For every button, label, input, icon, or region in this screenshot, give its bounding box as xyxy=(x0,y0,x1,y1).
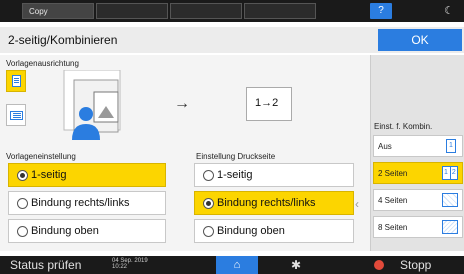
stop-button[interactable]: Stopp xyxy=(400,256,431,274)
orientation-portrait-button[interactable] xyxy=(6,70,26,92)
original-option-1-seitig[interactable]: 1-seitig xyxy=(8,163,166,187)
original-illustration xyxy=(63,70,121,140)
single-page-icon: 1 xyxy=(446,139,456,153)
combine-label: Einst. f. Kombin. xyxy=(374,122,433,131)
print-option-bindung-oben[interactable]: Bindung oben xyxy=(194,219,354,243)
option-label: 1-seitig xyxy=(31,169,67,181)
combine-panel: Einst. f. Kombin. Aus 1 2 Seiten 1 2 4 S… xyxy=(370,55,464,251)
option-label: Bindung oben xyxy=(31,225,99,237)
settings-button[interactable]: ✱ xyxy=(284,256,308,274)
duplex-result-text: 1→2 xyxy=(255,97,279,109)
arrow-right-icon: → xyxy=(174,95,190,112)
help-button[interactable]: ? xyxy=(370,3,392,19)
original-setting-label: Vorlageneinstellung xyxy=(6,152,76,161)
landscape-doc-icon xyxy=(10,111,23,120)
radio-icon xyxy=(203,198,214,209)
chevron-left-icon[interactable]: ‹ xyxy=(355,197,359,211)
duplex-result-illustration: 1→2 xyxy=(246,87,292,121)
time-text: 10:22 xyxy=(112,264,128,270)
orientation-landscape-button[interactable] xyxy=(6,104,26,126)
system-bottom-bar: Status prüfen 04 Sep. 2019 10:22 ⌂ ✱ Sto… xyxy=(0,256,464,274)
status-check-button[interactable]: Status prüfen xyxy=(10,256,81,274)
original-option-bindung-rechts-links[interactable]: Bindung rechts/links xyxy=(8,191,166,215)
gear-icon: ✱ xyxy=(290,258,302,272)
radio-icon xyxy=(17,170,28,181)
home-icon: ⌂ xyxy=(233,259,241,271)
moon-icon[interactable]: ☾ xyxy=(442,3,456,19)
ok-button[interactable]: OK xyxy=(378,29,462,51)
combine-item-label: Aus xyxy=(378,142,392,151)
radio-icon xyxy=(17,198,28,209)
print-option-bindung-rechts-links[interactable]: Bindung rechts/links xyxy=(194,191,354,215)
radio-icon xyxy=(203,226,214,237)
orientation-label: Vorlagenausrichtung xyxy=(6,59,79,68)
tab-copy[interactable]: Copy xyxy=(22,3,94,19)
option-label: Bindung rechts/links xyxy=(217,197,316,209)
tab-empty-1[interactable] xyxy=(96,3,168,19)
print-option-1-seitig[interactable]: 1-seitig xyxy=(194,163,354,187)
option-label: 1-seitig xyxy=(217,169,253,181)
date-time: 04 Sep. 2019 10:22 xyxy=(112,258,148,270)
combine-item-label: 8 Seiten xyxy=(378,223,408,232)
combine-item-8-seiten[interactable]: 8 Seiten xyxy=(373,216,463,238)
radio-icon xyxy=(17,226,28,237)
combine-item-label: 4 Seiten xyxy=(378,196,408,205)
four-page-icon xyxy=(442,193,458,207)
two-page-icon: 1 2 xyxy=(442,166,458,180)
portrait-doc-icon xyxy=(12,75,21,87)
option-label: Bindung oben xyxy=(217,225,285,237)
system-top-bar: Copy ? ☾ xyxy=(0,0,464,22)
settings-panel: Vorlagenausrichtung → 1→2 Vorlageneinste… xyxy=(0,55,370,251)
radio-icon xyxy=(203,170,214,181)
print-setting-label: Einstellung Druckseite xyxy=(196,152,276,161)
tab-empty-2[interactable] xyxy=(170,3,242,19)
combine-item-label: 2 Seiten xyxy=(378,169,408,178)
combine-item-aus[interactable]: Aus 1 xyxy=(373,135,463,157)
home-button[interactable]: ⌂ xyxy=(216,256,258,274)
page-title: 2-seitig/Kombinieren xyxy=(8,33,118,47)
stop-icon[interactable] xyxy=(374,260,384,270)
original-option-bindung-oben[interactable]: Bindung oben xyxy=(8,219,166,243)
combine-item-4-seiten[interactable]: 4 Seiten xyxy=(373,189,463,211)
tab-empty-3[interactable] xyxy=(244,3,316,19)
combine-item-2-seiten[interactable]: 2 Seiten 1 2 xyxy=(373,162,463,184)
eight-page-icon xyxy=(442,220,458,234)
option-label: Bindung rechts/links xyxy=(31,197,130,209)
